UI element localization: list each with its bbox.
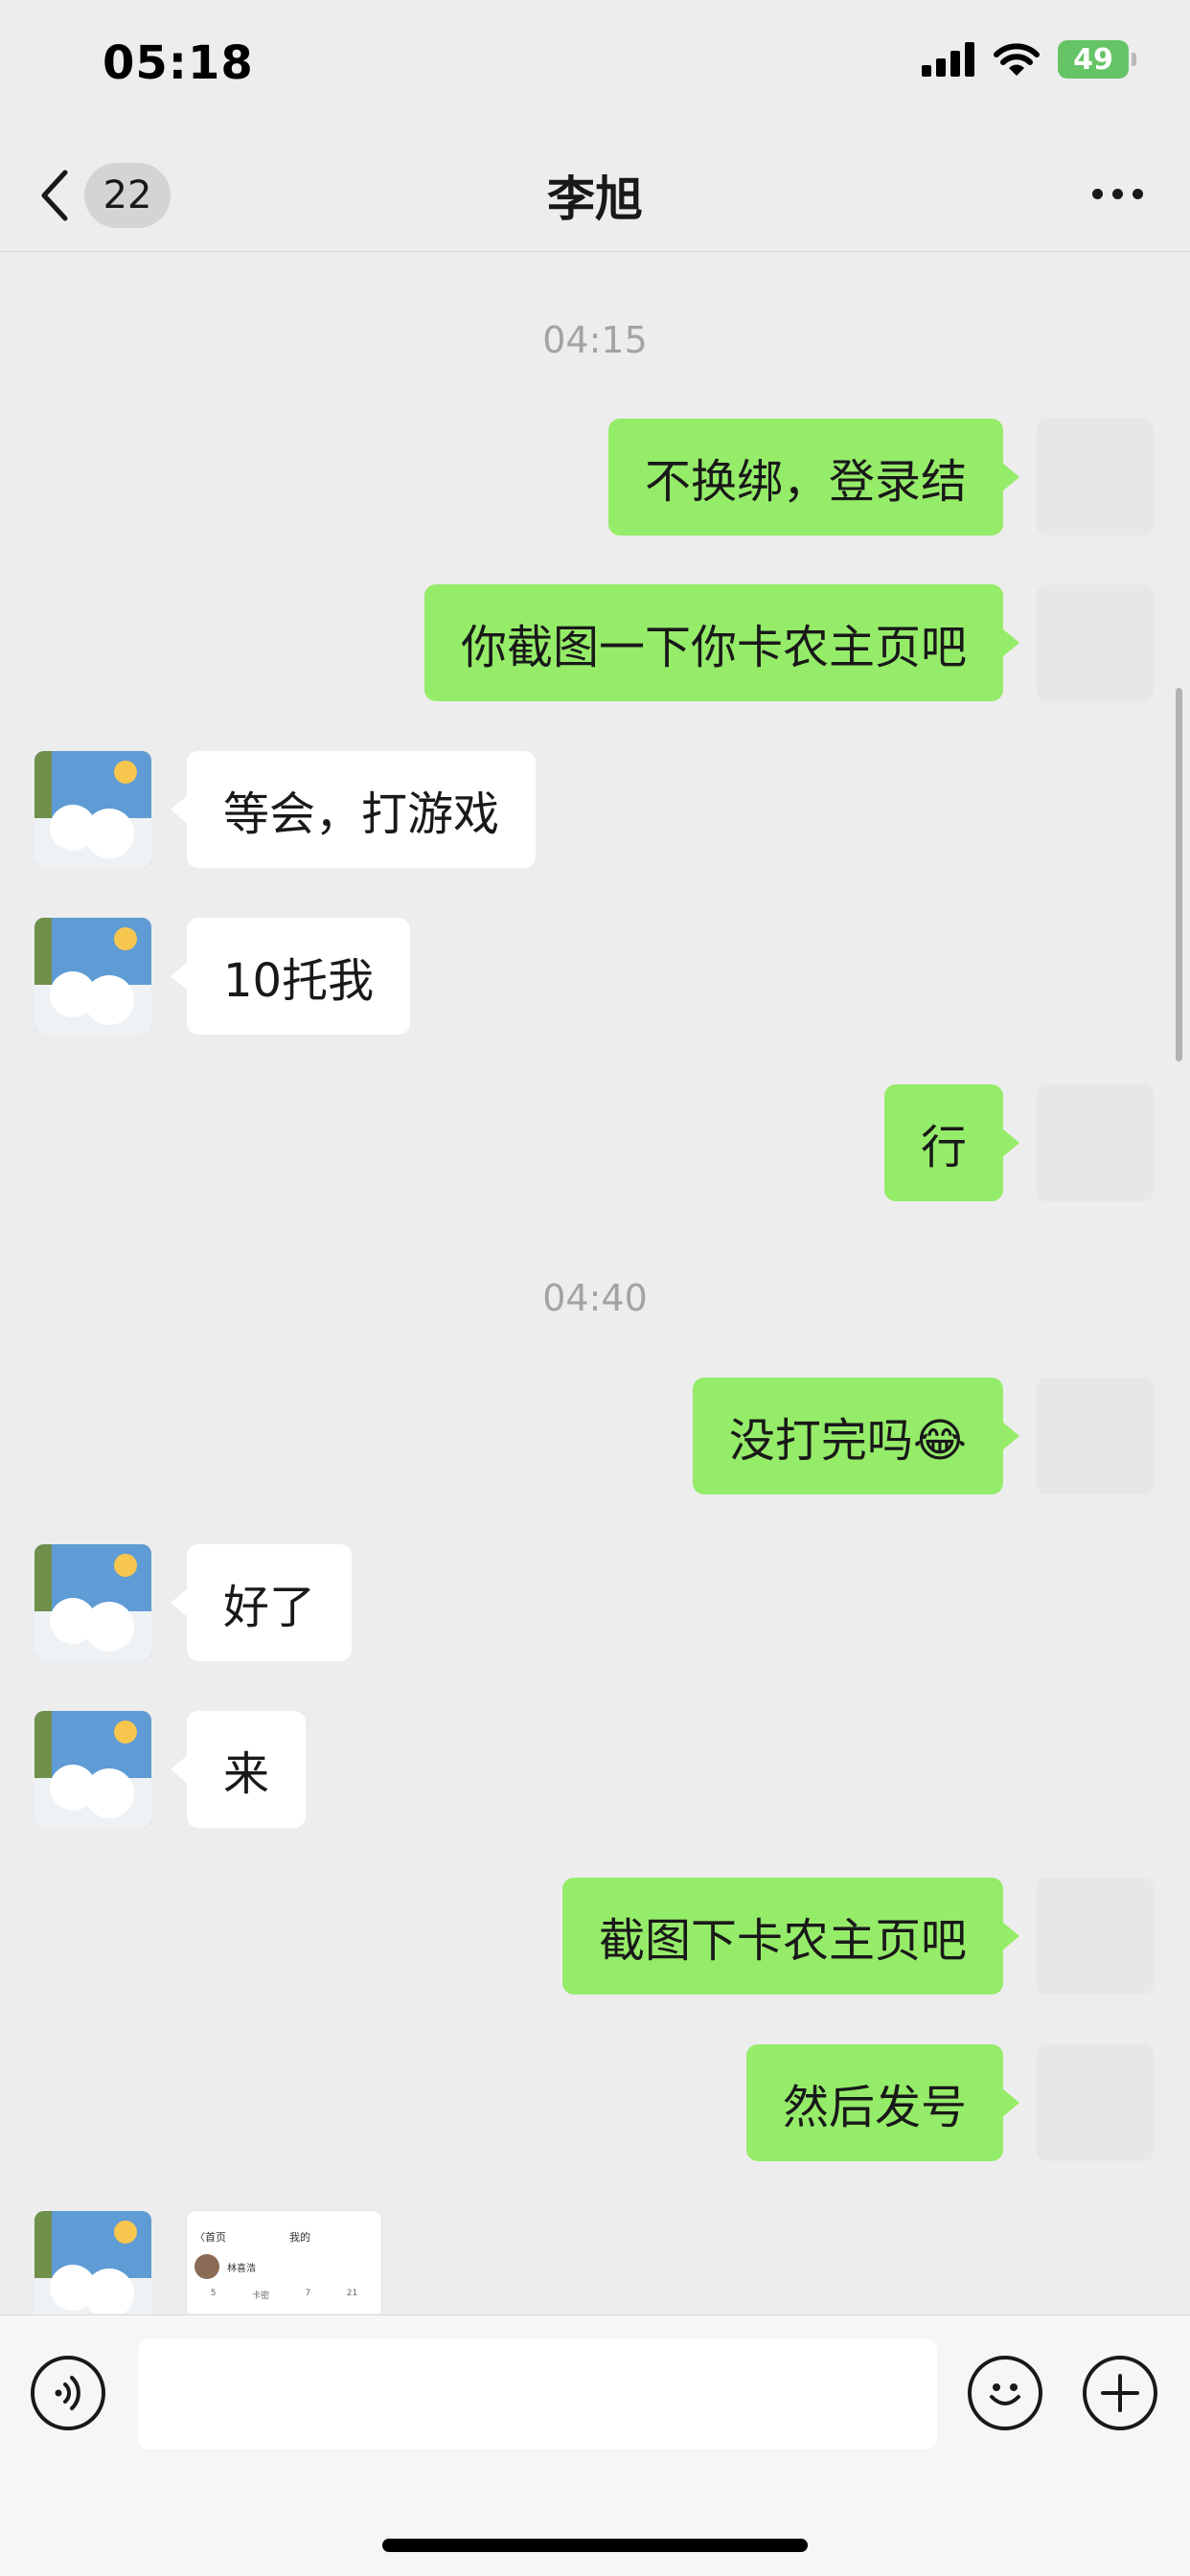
image-nav-center: 我的 bbox=[289, 2231, 310, 2244]
image-stats: 5 卡密 7 21 bbox=[210, 2289, 358, 2301]
outgoing-message[interactable]: 你截图一下你卡农主页吧 bbox=[423, 584, 1020, 701]
contact-avatar[interactable] bbox=[34, 2211, 151, 2314]
outgoing-message[interactable]: 截图下卡农主页吧 bbox=[561, 1878, 1020, 1995]
message-input[interactable] bbox=[138, 2338, 937, 2450]
wifi-icon bbox=[994, 43, 1040, 76]
image-nav: 〈首页 我的 bbox=[187, 2229, 381, 2245]
status-bar: 05:18 49 bbox=[0, 0, 1190, 134]
more-dot-icon bbox=[1132, 188, 1143, 199]
more-dot-icon bbox=[1091, 188, 1103, 199]
image-nav-left: 〈首页 bbox=[195, 2231, 226, 2244]
incoming-message[interactable]: 等会，打游戏 bbox=[170, 751, 537, 868]
image-profile-row: 林喜浩 bbox=[187, 2245, 381, 2289]
outgoing-message[interactable]: 然后发号 bbox=[745, 2044, 1020, 2161]
scrollbar[interactable] bbox=[1176, 688, 1182, 1061]
voice-icon bbox=[55, 2376, 80, 2410]
contact-avatar[interactable] bbox=[34, 918, 151, 1035]
outgoing-message[interactable]: 行 bbox=[883, 1084, 1020, 1201]
emoji-icon bbox=[990, 2383, 1020, 2405]
emoji-button[interactable] bbox=[968, 2356, 1042, 2430]
image-profile-avatar bbox=[195, 2254, 219, 2279]
battery-level: 49 bbox=[1073, 42, 1113, 77]
contact-avatar[interactable] bbox=[34, 751, 151, 868]
message-timestamp: 04:40 bbox=[542, 1277, 648, 1319]
contact-avatar[interactable] bbox=[34, 1544, 151, 1661]
image-message[interactable]: 〈首页 我的 林喜浩 5 卡密 7 21 bbox=[187, 2211, 381, 2314]
chat-header: 22 李旭 bbox=[0, 134, 1190, 252]
status-icons: 49 bbox=[922, 40, 1136, 79]
more-dot-icon bbox=[1111, 188, 1123, 199]
self-avatar[interactable] bbox=[1037, 419, 1154, 536]
image-profile-name: 林喜浩 bbox=[227, 2263, 256, 2274]
incoming-message[interactable]: 好了 bbox=[170, 1544, 353, 1661]
self-avatar[interactable] bbox=[1037, 2044, 1154, 2161]
voice-button[interactable] bbox=[31, 2356, 105, 2430]
home-indicator[interactable] bbox=[382, 2539, 808, 2552]
input-bar bbox=[0, 2314, 1190, 2576]
status-time: 05:18 bbox=[103, 36, 254, 90]
plus-icon bbox=[1101, 2374, 1139, 2412]
outgoing-message[interactable]: 没打完吗😂 bbox=[692, 1378, 1020, 1494]
battery-indicator: 49 bbox=[1058, 40, 1136, 79]
incoming-message[interactable]: 10托我 bbox=[170, 918, 411, 1035]
self-avatar[interactable] bbox=[1037, 1378, 1154, 1494]
message-timestamp: 04:15 bbox=[542, 319, 648, 361]
incoming-message[interactable]: 来 bbox=[170, 1711, 307, 1828]
self-avatar[interactable] bbox=[1037, 584, 1154, 701]
self-avatar[interactable] bbox=[1037, 1878, 1154, 1995]
image-status-line bbox=[187, 2211, 381, 2229]
self-avatar[interactable] bbox=[1037, 1084, 1154, 1201]
contact-avatar[interactable] bbox=[34, 1711, 151, 1828]
message-list[interactable]: 04:15 不换绑，登录结 你截图一下你卡农主页吧 等会，打游戏 10托我 行 … bbox=[0, 252, 1190, 2314]
cellular-signal-icon bbox=[922, 42, 974, 77]
outgoing-message[interactable]: 不换绑，登录结 bbox=[607, 419, 1020, 536]
more-options-button[interactable] bbox=[1079, 165, 1156, 222]
chat-title: 李旭 bbox=[547, 171, 643, 227]
more-functions-button[interactable] bbox=[1083, 2356, 1157, 2430]
